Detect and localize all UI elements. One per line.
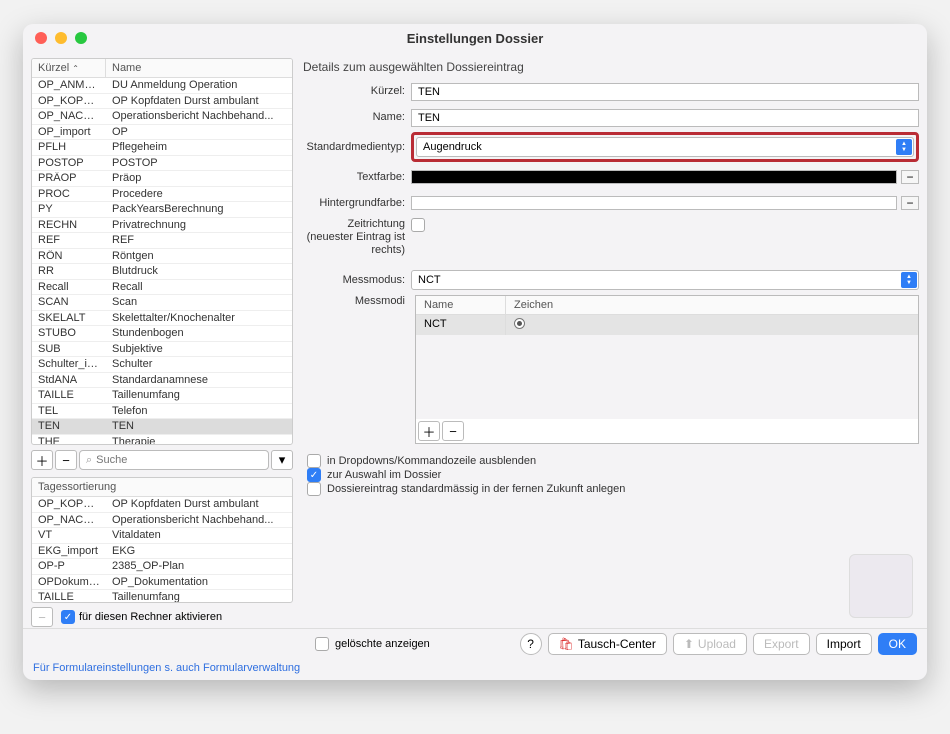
select-arrows-icon: ▲▼ <box>896 139 912 155</box>
table-row[interactable]: OP_NACH_D...Operationsbericht Nachbehand… <box>32 109 292 125</box>
label-stdmedia: Standardmedientyp: <box>303 141 405 153</box>
col-header-name[interactable]: Name <box>106 59 292 77</box>
table-row[interactable]: TAILLETaillenumfang <box>32 590 292 602</box>
titlebar: Einstellungen Dossier <box>23 24 927 52</box>
detail-section-title: Details zum ausgewählten Dossiereintrag <box>303 58 919 80</box>
daysort-list: Tagessortierung OP_KOPF_DU...OP Kopfdate… <box>31 477 293 603</box>
ok-button[interactable]: OK <box>878 633 917 655</box>
help-button[interactable]: ? <box>520 633 542 655</box>
textcolor-clear-button[interactable]: − <box>901 170 919 184</box>
footer: gelöschte anzeigen ? 🛍Tausch-Center ⬆Upl… <box>23 628 927 658</box>
add-entry-button[interactable]: ＋ <box>31 450 53 470</box>
settings-window: Einstellungen Dossier Kürzel⌃ Name OP_AN… <box>23 24 927 680</box>
label-textfarbe: Textfarbe: <box>303 171 405 183</box>
table-row[interactable]: TELTelefon <box>32 404 292 420</box>
radio-icon[interactable] <box>514 318 525 329</box>
bgcolor-swatch[interactable] <box>412 197 896 209</box>
footer-link[interactable]: Für Formulareinstellungen s. auch Formul… <box>23 658 927 680</box>
table-row[interactable]: STUBOStundenbogen <box>32 326 292 342</box>
search-input[interactable]: ⌕ <box>79 450 269 470</box>
messmodus-select[interactable]: NCT ▲▼ <box>411 270 919 290</box>
label-messmodus: Messmodus: <box>303 274 405 286</box>
bgcolor-clear-button[interactable]: − <box>901 196 919 210</box>
col-header-kuerzel[interactable]: Kürzel⌃ <box>32 59 106 77</box>
remove-entry-button[interactable]: − <box>55 450 77 470</box>
daysort-remove-button[interactable]: − <box>31 607 53 627</box>
sort-asc-icon: ⌃ <box>72 64 79 73</box>
messmodi-col-name[interactable]: Name <box>416 296 506 314</box>
upload-icon: ⬆ <box>684 637 694 651</box>
table-row[interactable]: NCT <box>416 315 918 335</box>
label-kuerzel: Kürzel: <box>303 85 405 97</box>
name-input[interactable] <box>411 109 919 127</box>
textcolor-swatch[interactable] <box>412 171 896 183</box>
table-row[interactable]: SCANScan <box>32 295 292 311</box>
window-title: Einstellungen Dossier <box>23 31 927 46</box>
table-row[interactable]: RecallRecall <box>32 280 292 296</box>
messmodi-add-button[interactable]: ＋ <box>418 421 440 441</box>
table-row[interactable]: OP_importOP <box>32 125 292 141</box>
table-row[interactable]: RÖNRöntgen <box>32 249 292 265</box>
table-row[interactable]: SUBSubjektive <box>32 342 292 358</box>
hide-in-dropdown-checkbox[interactable] <box>307 454 321 468</box>
bag-icon: 🛍 <box>559 637 574 651</box>
messmodi-col-zeichen[interactable]: Zeichen <box>506 296 918 314</box>
table-row[interactable]: POSTOPPOSTOP <box>32 156 292 172</box>
label-bgfarbe: Hintergrundfarbe: <box>303 197 405 209</box>
label-messmodi: Messmodi <box>303 295 405 307</box>
table-row[interactable]: OPDokument...OP_Dokumentation <box>32 575 292 591</box>
future-default-checkbox[interactable] <box>307 482 321 496</box>
table-row[interactable]: OP-P2385_OP-Plan <box>32 559 292 575</box>
activate-label: für diesen Rechner aktivieren <box>79 611 222 623</box>
label-zeitrichtung: Zeitrichtung (neuester Eintrag ist recht… <box>303 218 405 257</box>
table-row[interactable]: PYPackYearsBerechnung <box>32 202 292 218</box>
table-row[interactable]: StdANAStandardanamnese <box>32 373 292 389</box>
daysort-header: Tagessortierung <box>32 478 292 497</box>
messmodi-remove-button[interactable]: − <box>442 421 464 441</box>
table-row[interactable]: Schulter_imp...Schulter <box>32 357 292 373</box>
activate-checkbox[interactable]: ✓ <box>61 610 75 624</box>
table-row[interactable]: OP_KOPF_DU...OP Kopfdaten Durst ambulant <box>32 497 292 513</box>
table-row[interactable]: REFREF <box>32 233 292 249</box>
table-row[interactable]: PFLHPflegeheim <box>32 140 292 156</box>
table-row[interactable]: RECHNPrivatrechnung <box>32 218 292 234</box>
table-row[interactable]: OP_NACH_D...Operationsbericht Nachbehand… <box>32 513 292 529</box>
table-row[interactable]: RRBlutdruck <box>32 264 292 280</box>
filter-dropdown-button[interactable]: ▾ <box>271 450 293 470</box>
search-icon: ⌕ <box>86 454 92 467</box>
table-row[interactable]: EKG_importEKG <box>32 544 292 560</box>
stdmedia-select[interactable]: Augendruck ▲▼ <box>416 137 914 157</box>
table-row[interactable]: VTVitaldaten <box>32 528 292 544</box>
dossier-select-checkbox[interactable]: ✓ <box>307 468 321 482</box>
export-button[interactable]: Export <box>753 633 810 655</box>
select-arrows-icon: ▲▼ <box>901 272 917 288</box>
table-row[interactable]: TAILLETaillenumfang <box>32 388 292 404</box>
zeitrichtung-checkbox[interactable] <box>411 218 425 232</box>
table-row[interactable]: THETherapie <box>32 435 292 445</box>
preview-box <box>849 554 913 618</box>
table-row[interactable]: SKELALTSkelettalter/Knochenalter <box>32 311 292 327</box>
show-deleted-checkbox[interactable] <box>315 637 329 651</box>
table-row[interactable]: OP_ANM_DU...DU Anmeldung Operation <box>32 78 292 94</box>
kuerzel-input[interactable] <box>411 83 919 101</box>
table-row[interactable]: PRÄOPPräop <box>32 171 292 187</box>
import-button[interactable]: Import <box>816 633 872 655</box>
table-row[interactable]: PROCProcedere <box>32 187 292 203</box>
table-row[interactable]: TENTEN <box>32 419 292 435</box>
table-row[interactable]: OP_KOPF_D...OP Kopfdaten Durst ambulant <box>32 94 292 110</box>
tausch-center-button[interactable]: 🛍Tausch-Center <box>548 633 667 655</box>
entries-list: Kürzel⌃ Name OP_ANM_DU...DU Anmeldung Op… <box>31 58 293 445</box>
messmodi-table: Name Zeichen NCT ＋ − <box>415 295 919 444</box>
upload-button[interactable]: ⬆Upload <box>673 633 747 655</box>
label-name: Name: <box>303 111 405 123</box>
